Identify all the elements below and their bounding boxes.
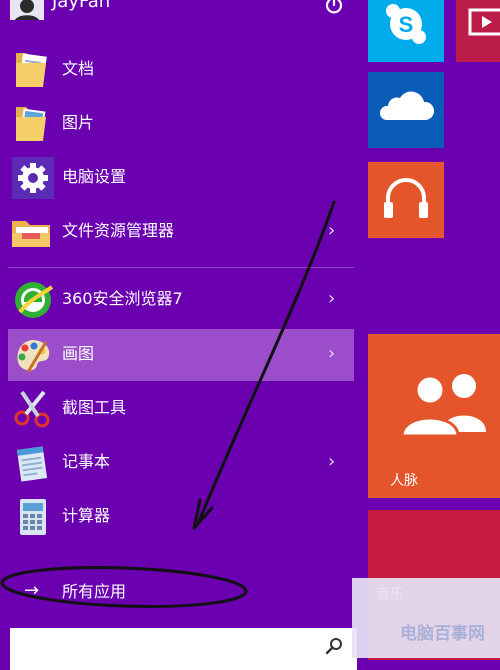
skype-icon: S bbox=[386, 4, 426, 44]
tile-onedrive[interactable] bbox=[368, 72, 444, 148]
menu-item-label: 记事本 bbox=[62, 452, 111, 471]
search-icon[interactable] bbox=[324, 636, 344, 656]
settings-gear-icon bbox=[10, 157, 54, 199]
user-silhouette-icon bbox=[10, 0, 44, 20]
menu-item-pc-settings[interactable]: 电脑设置 bbox=[8, 152, 354, 204]
notepad-icon bbox=[10, 442, 54, 484]
snipping-tool-icon bbox=[10, 388, 54, 430]
tile-people[interactable]: 人脉 bbox=[368, 334, 500, 498]
menu-item-notepad[interactable]: 记事本 › bbox=[8, 437, 354, 489]
all-apps-label: 所有应用 bbox=[62, 582, 127, 601]
tile-video[interactable] bbox=[456, 0, 500, 62]
expand-chevron-icon[interactable]: › bbox=[328, 343, 335, 365]
menu-item-documents[interactable]: 文档 bbox=[8, 44, 354, 96]
svg-text:S: S bbox=[399, 12, 414, 37]
paint-palette-icon bbox=[10, 334, 54, 376]
menu-item-pictures[interactable]: 图片 bbox=[8, 98, 354, 150]
calculator-icon bbox=[10, 496, 54, 538]
expand-chevron-icon[interactable]: › bbox=[328, 288, 335, 310]
user-name[interactable]: JayFan bbox=[52, 0, 110, 12]
expand-chevron-icon[interactable]: › bbox=[328, 451, 335, 473]
tile-people-label: 人脉 bbox=[390, 473, 418, 489]
menu-item-label: 画图 bbox=[62, 344, 95, 363]
watermark: 电脑百事网 bbox=[352, 578, 500, 658]
arrow-right-icon: → bbox=[24, 580, 40, 601]
power-button[interactable] bbox=[323, 0, 345, 16]
menu-item-calculator[interactable]: 计算器 bbox=[8, 491, 354, 543]
menu-item-label: 截图工具 bbox=[62, 398, 127, 417]
watermark-text: 电脑百事网 bbox=[400, 624, 485, 644]
menu-item-label: 计算器 bbox=[62, 506, 111, 525]
menu-item-file-explorer[interactable]: 文件资源管理器 › bbox=[8, 206, 354, 258]
power-icon bbox=[325, 0, 343, 14]
documents-folder-icon bbox=[10, 49, 54, 91]
people-icon bbox=[400, 374, 486, 438]
menu-item-paint[interactable]: 画图 › bbox=[8, 329, 354, 381]
cloud-icon bbox=[379, 91, 435, 120]
video-play-icon bbox=[468, 8, 500, 36]
tile-music[interactable] bbox=[368, 162, 444, 238]
menu-item-label: 360安全浏览器7 bbox=[62, 289, 183, 308]
search-input[interactable] bbox=[10, 628, 357, 670]
user-avatar[interactable] bbox=[10, 0, 44, 20]
section-divider bbox=[8, 267, 354, 268]
360-browser-icon bbox=[10, 279, 54, 321]
headphones-icon bbox=[384, 178, 428, 218]
pictures-folder-icon bbox=[10, 103, 54, 145]
expand-chevron-icon[interactable]: › bbox=[328, 220, 335, 242]
menu-item-360-browser[interactable]: 360安全浏览器7 › bbox=[8, 274, 354, 326]
menu-item-snipping-tool[interactable]: 截图工具 bbox=[8, 383, 354, 435]
all-apps-button[interactable]: → 所有应用 bbox=[8, 572, 308, 612]
menu-item-label: 文件资源管理器 bbox=[62, 221, 175, 240]
menu-item-label: 图片 bbox=[62, 113, 95, 132]
menu-item-label: 文档 bbox=[62, 59, 95, 78]
file-explorer-icon bbox=[10, 211, 54, 253]
menu-item-label: 电脑设置 bbox=[62, 167, 127, 186]
tile-skype[interactable]: S bbox=[368, 0, 444, 62]
